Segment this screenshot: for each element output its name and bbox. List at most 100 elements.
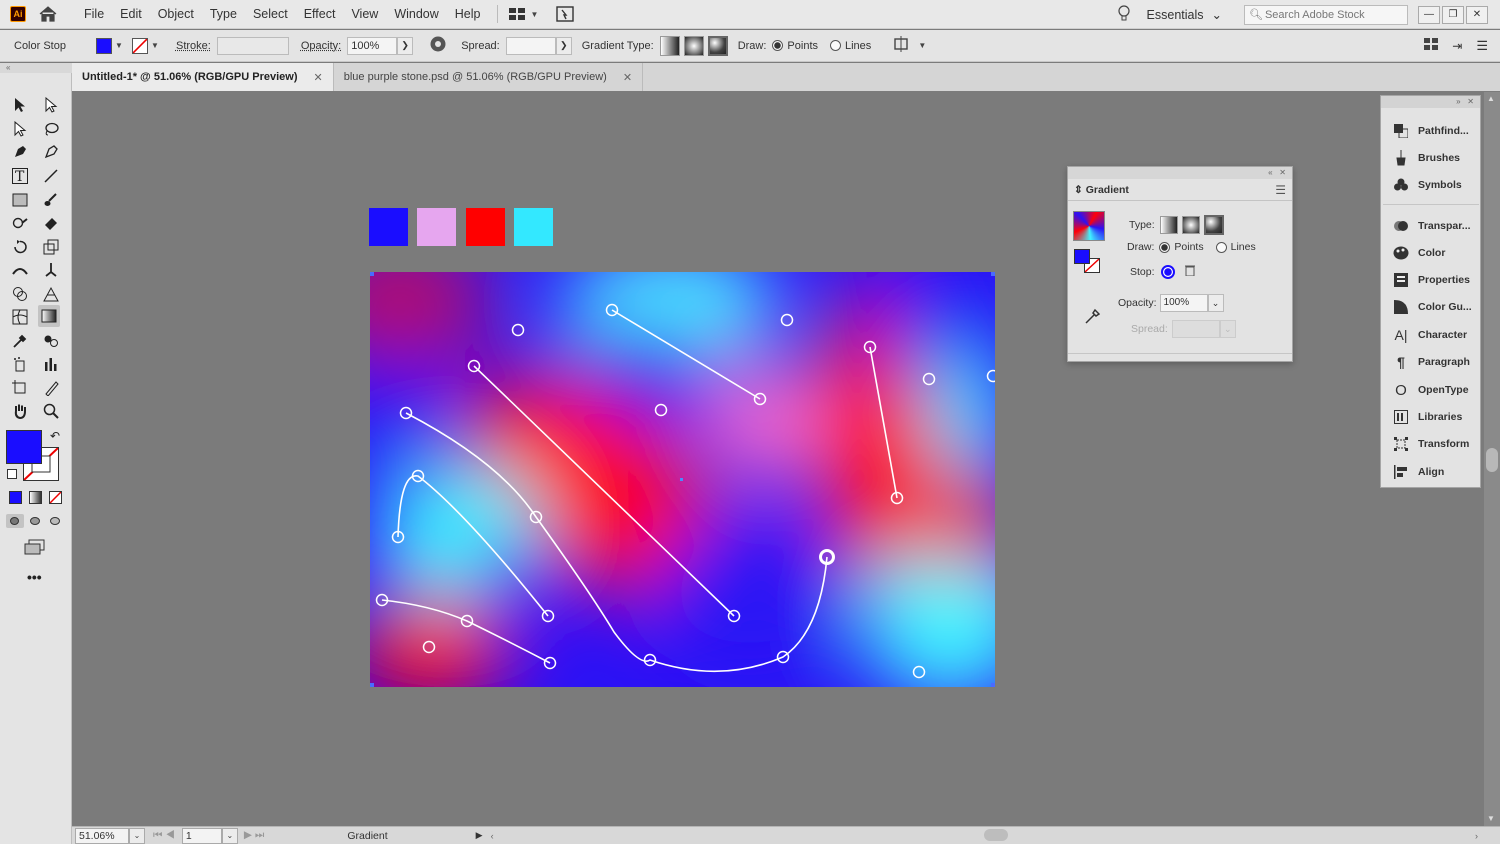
freeform-gradient-button[interactable] [707, 35, 728, 56]
menu-help[interactable]: Help [447, 0, 489, 29]
eyedropper-icon[interactable] [1084, 307, 1101, 328]
menu-edit[interactable]: Edit [112, 0, 150, 29]
screen-mode-icon[interactable] [24, 539, 46, 558]
opacity-field[interactable]: 100% [347, 36, 398, 55]
vertical-scrollbar[interactable]: ▲ ▼ [1484, 92, 1500, 826]
blend-tool-icon[interactable] [40, 330, 62, 352]
none-mode-button[interactable] [49, 491, 62, 504]
home-icon[interactable] [38, 4, 58, 24]
swap-fill-stroke-icon[interactable]: ↶ [50, 429, 60, 443]
zoom-tool-icon[interactable] [40, 400, 62, 422]
linear-type-button[interactable] [1159, 216, 1178, 234]
menu-effect[interactable]: Effect [296, 0, 344, 29]
dock-character[interactable]: A| Character [1381, 322, 1481, 348]
fill-color-swatch[interactable] [6, 430, 42, 464]
panel-fill-swatch[interactable] [1074, 249, 1090, 264]
swatch-blue[interactable] [369, 208, 408, 246]
points-radio[interactable] [772, 40, 784, 51]
freeform-gradient-artwork[interactable] [370, 272, 995, 687]
artboard-tool-icon[interactable] [9, 377, 31, 399]
chevron-down-icon[interactable]: ▼ [528, 4, 542, 24]
close-window-button[interactable]: ✕ [1466, 5, 1488, 24]
draw-behind-icon[interactable] [30, 517, 40, 525]
align-panel-icon[interactable] [1424, 38, 1439, 53]
chevron-down-icon[interactable]: ▼ [112, 36, 126, 56]
color-mode-button[interactable] [9, 491, 22, 504]
opacity-field[interactable]: 100% [1159, 294, 1208, 312]
draw-inside-icon[interactable] [50, 517, 60, 525]
linear-gradient-button[interactable] [659, 35, 680, 56]
dock-collapse-bar[interactable]: » ✕ [1381, 96, 1480, 108]
trash-icon[interactable] [1184, 264, 1195, 279]
chevron-down-icon[interactable]: ⌄ [129, 827, 145, 844]
horizontal-scrollbar-thumb[interactable] [984, 829, 1008, 841]
close-icon[interactable]: ✕ [314, 71, 323, 84]
menu-select[interactable]: Select [245, 0, 296, 29]
dock-brushes[interactable]: Brushes [1381, 145, 1481, 171]
lasso-tool-icon[interactable] [40, 118, 62, 140]
menu-file[interactable]: File [76, 0, 112, 29]
first-artboard-icon[interactable]: ⏮◀ [153, 829, 178, 842]
dock-paragraph[interactable]: ¶ Paragraph [1381, 349, 1481, 375]
line-segment-tool-icon[interactable] [40, 165, 62, 187]
artboard-number-field[interactable]: 1 [181, 827, 222, 844]
scroll-up-icon[interactable]: ▲ [1487, 94, 1495, 103]
direct-selection-tool-icon[interactable] [40, 94, 62, 116]
gpu-performance-icon[interactable] [554, 3, 576, 25]
rotate-tool-icon[interactable] [9, 236, 31, 258]
swatch-lilac[interactable] [417, 208, 456, 246]
default-fill-stroke-icon[interactable] [7, 469, 17, 479]
lightbulb-icon[interactable] [1117, 4, 1131, 25]
lines-radio[interactable] [1215, 241, 1227, 253]
curvature-tool-icon[interactable] [40, 141, 62, 163]
spread-field[interactable] [505, 36, 556, 55]
slice-tool-icon[interactable] [40, 377, 62, 399]
last-artboard-icon[interactable]: ▶⏭ [244, 829, 268, 842]
width-tool-icon[interactable] [9, 259, 31, 281]
tab-blue-purple-stone[interactable]: blue purple stone.psd @ 51.06% (RGB/GPU … [334, 63, 644, 91]
stroke-weight-field[interactable] [216, 36, 289, 55]
stop-color-swatch[interactable] [1160, 264, 1175, 279]
dock-pathfinder[interactable]: Pathfind... [1381, 118, 1481, 144]
symbol-sprayer-tool-icon[interactable] [9, 353, 31, 375]
dock-symbols[interactable]: Symbols [1381, 172, 1481, 198]
stock-search-input[interactable]: 🔍︎ Search Adobe Stock [1244, 4, 1408, 25]
eraser-tool-icon[interactable] [40, 212, 62, 234]
dock-libraries[interactable]: Libraries [1381, 404, 1481, 430]
scroll-right-icon[interactable]: › [1475, 831, 1478, 841]
close-icon[interactable]: ✕ [623, 71, 632, 84]
selection-tool-icon[interactable] [9, 94, 31, 116]
pen-tool-icon[interactable] [9, 141, 31, 163]
menu-object[interactable]: Object [150, 0, 202, 29]
dock-transparency[interactable]: Transpar... [1381, 213, 1481, 239]
scale-tool-icon[interactable] [40, 236, 62, 258]
menu-view[interactable]: View [343, 0, 386, 29]
scroll-down-icon[interactable]: ▼ [1487, 814, 1495, 823]
collapse-toolbar-icon[interactable]: « [0, 63, 72, 73]
shaper-tool-icon[interactable] [9, 212, 31, 234]
dock-transform[interactable]: Transform [1381, 431, 1481, 457]
freeform-type-button[interactable] [1203, 215, 1224, 235]
radial-type-button[interactable] [1181, 216, 1200, 234]
tab-untitled-1[interactable]: Untitled-1* @ 51.06% (RGB/GPU Preview) ✕ [72, 63, 334, 91]
minimize-button[interactable]: — [1418, 5, 1440, 24]
paintbrush-tool-icon[interactable] [40, 189, 62, 211]
chevron-right-icon[interactable]: ❯ [397, 36, 414, 55]
chevron-down-icon[interactable]: ▼ [915, 36, 929, 56]
mesh-tool-icon[interactable] [9, 306, 31, 328]
gradient-thumbnail[interactable] [1073, 211, 1105, 241]
swatch-red[interactable] [466, 208, 505, 246]
menu-window[interactable]: Window [386, 0, 446, 29]
arrange-documents-icon[interactable] [506, 3, 528, 25]
stroke-swatch[interactable] [131, 37, 148, 54]
dock-opentype[interactable]: O OpenType [1381, 377, 1481, 403]
radial-gradient-button[interactable] [683, 35, 704, 56]
quick-actions-icon[interactable] [893, 36, 911, 55]
chevron-down-icon[interactable]: ⌄ [1207, 294, 1224, 312]
scroll-left-icon[interactable]: ‹ [491, 831, 494, 841]
restore-button[interactable]: ❐ [1442, 5, 1464, 24]
dock-color-guide[interactable]: Color Gu... [1381, 294, 1481, 320]
gradient-mode-button[interactable] [29, 491, 42, 504]
panel-resize-grip[interactable] [1068, 353, 1292, 361]
hamburger-menu-icon[interactable]: ☰ [1275, 183, 1286, 197]
